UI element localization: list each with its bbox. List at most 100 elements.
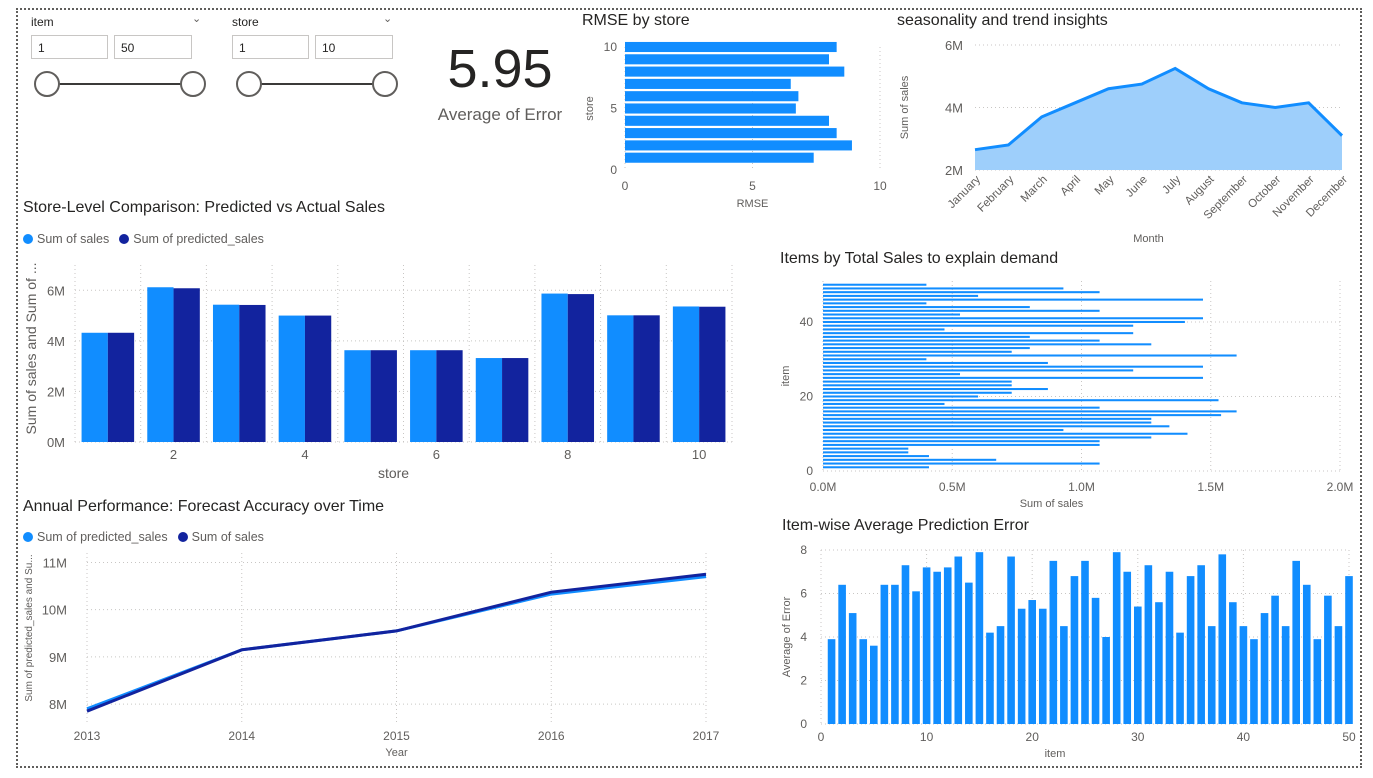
rmse-chart-title: RMSE by store <box>582 12 690 29</box>
store-comparison-legend: Sum of sales Sum of predicted_sales <box>23 232 264 246</box>
x-tick-label: 10 <box>873 179 887 193</box>
y-tick-label: 4M <box>945 101 963 116</box>
y-axis-label: Sum of sales and Sum of ... <box>23 263 39 435</box>
bar <box>823 421 1152 424</box>
bar-sales <box>212 304 240 442</box>
bar <box>1239 626 1248 724</box>
bar <box>823 380 1012 383</box>
bar <box>823 417 1152 420</box>
x-tick-label: 1.5M <box>1197 480 1224 494</box>
bar-predicted <box>436 350 463 442</box>
x-tick-label: May <box>1093 173 1117 197</box>
bar <box>823 287 1064 290</box>
store-slider-max-handle[interactable] <box>372 71 398 97</box>
store-comparison-chart-title: Store-Level Comparison: Predicted vs Act… <box>23 199 385 216</box>
bar <box>823 350 1012 353</box>
items-sales-chart-title: Items by Total Sales to explain demand <box>780 250 1059 267</box>
x-axis-label: item <box>1045 748 1066 760</box>
bar <box>954 556 963 724</box>
item-slicer-chevron-down-icon[interactable]: ⌄ <box>192 12 201 25</box>
store-min-input[interactable]: 1 <box>232 35 309 59</box>
bar <box>1091 597 1100 724</box>
bar <box>823 440 1100 443</box>
y-tick-label: 8 <box>800 543 807 557</box>
item-slider-track[interactable] <box>46 83 194 85</box>
store-slicer-chevron-down-icon[interactable]: ⌄ <box>383 12 392 25</box>
kpi-value: 5.95 <box>447 39 553 99</box>
item-min-input[interactable]: 1 <box>31 35 108 59</box>
bar <box>1186 576 1195 724</box>
x-tick-label: 0.0M <box>810 480 837 494</box>
x-axis-label: Year <box>385 747 408 759</box>
store-max-input[interactable]: 10 <box>315 35 393 59</box>
bar <box>625 128 837 139</box>
bar <box>1049 560 1058 724</box>
legend-label-predicted[interactable]: Sum of predicted_sales <box>37 530 168 544</box>
bar <box>1165 571 1174 724</box>
bar <box>823 291 1100 294</box>
bar <box>823 365 1203 368</box>
bar <box>823 328 945 331</box>
bar <box>1260 613 1269 724</box>
legend-label-sales[interactable]: Sum of sales <box>37 232 109 246</box>
x-axis-label: RMSE <box>737 198 769 210</box>
y-axis-label: item <box>780 366 792 387</box>
y-axis-label: store <box>584 96 596 120</box>
store-slider-min-handle[interactable] <box>236 71 262 97</box>
bar <box>625 115 829 126</box>
y-tick-label: 0 <box>800 717 807 731</box>
bar <box>823 428 1064 432</box>
y-tick-label: 2M <box>47 384 65 399</box>
y-tick-label: 6M <box>47 283 65 298</box>
legend-label-predicted[interactable]: Sum of predicted_sales <box>133 232 264 246</box>
bar <box>823 388 1048 391</box>
y-tick-label: 6M <box>945 38 963 53</box>
item-slider-max-handle[interactable] <box>180 71 206 97</box>
bar <box>823 402 945 405</box>
bar <box>823 391 1012 394</box>
bar <box>1144 565 1153 724</box>
store-slicer-title: store <box>232 15 259 29</box>
y-tick-label: 4 <box>800 630 807 644</box>
legend-marker-predicted <box>119 234 130 244</box>
x-tick-label: 10 <box>920 730 934 744</box>
x-tick-label: 2015 <box>383 729 410 743</box>
bar <box>823 462 1100 465</box>
legend-label-sales[interactable]: Sum of sales <box>192 530 264 544</box>
bar <box>823 447 909 450</box>
bar <box>891 584 899 724</box>
bar <box>625 78 791 89</box>
bar <box>823 320 1185 324</box>
bar <box>1070 576 1079 724</box>
item-max-input[interactable]: 50 <box>114 35 192 59</box>
bar <box>625 140 852 151</box>
x-tick-label: April <box>1058 174 1083 199</box>
bar <box>1112 552 1121 724</box>
x-tick-label: 0 <box>818 730 825 744</box>
bar <box>625 41 837 53</box>
bar-predicted <box>633 315 660 442</box>
bar <box>1155 602 1163 724</box>
bar <box>823 294 979 297</box>
y-tick-label: 0 <box>610 163 617 177</box>
bar <box>823 466 929 469</box>
item-error-chart-title: Item-wise Average Prediction Error <box>782 517 1029 534</box>
bar <box>1218 554 1227 724</box>
bar-sales <box>672 306 700 442</box>
bar <box>848 613 857 724</box>
bar <box>823 406 1100 409</box>
x-tick-label: 8 <box>564 447 571 462</box>
store-slider-track[interactable] <box>248 83 386 85</box>
y-tick-label: 2 <box>800 674 807 688</box>
bar <box>823 347 1030 350</box>
bar <box>1038 608 1047 724</box>
x-tick-label: 2014 <box>228 729 255 743</box>
bar <box>823 298 1203 301</box>
series-line <box>86 572 707 713</box>
annual-legend: Sum of predicted_sales Sum of sales <box>23 530 264 544</box>
bar <box>975 552 984 724</box>
y-tick-label: 8M <box>49 697 67 712</box>
bar <box>1250 639 1258 724</box>
item-slider-min-handle[interactable] <box>34 71 60 97</box>
bar <box>823 373 961 376</box>
